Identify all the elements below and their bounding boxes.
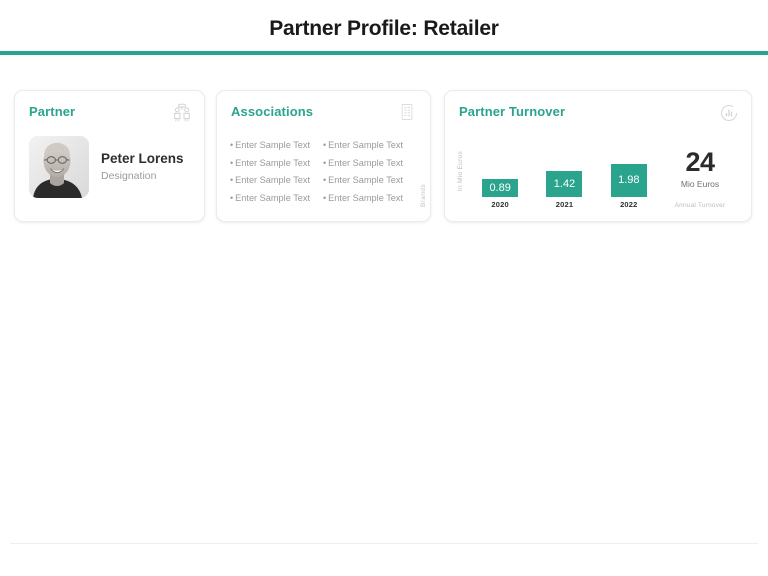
kpi-unit: Mio Euros [680,179,720,189]
bar-group[interactable]: 1.42 2021 [546,135,583,209]
bar-label-2020: 2020 [491,200,509,209]
kpi-caption: Annual Turnover [674,202,726,209]
bar-label-2022: 2022 [620,200,638,209]
kpi-value: 24 [685,147,715,177]
title-divider [0,51,768,55]
list-item[interactable]: Enter Sample Text [323,156,408,171]
partner-card-title: Partner [29,104,76,119]
partner-name: Peter Lorens [101,151,184,166]
associations-list: Enter Sample Text Enter Sample Text Ente… [230,138,408,205]
list-item[interactable]: Enter Sample Text [323,173,408,188]
associations-card[interactable]: Associations Enter Sample Text Enter Sam… [216,90,431,222]
partner-profile: Peter Lorens Designation [29,136,192,198]
associations-side-label: Brands [420,184,427,207]
bar-chart-circle-icon [719,103,739,123]
chart-bars: 0.89 2020 1.42 2021 1.98 2022 [468,135,661,213]
list-item[interactable]: Enter Sample Text [230,156,315,171]
page-title: Partner Profile: Retailer [269,17,499,40]
two-people-icon [172,103,192,123]
partner-card[interactable]: Partner Peter Lorens Designation [14,90,205,222]
bar-2021[interactable]: 1.42 [546,171,583,197]
list-item[interactable]: Enter Sample Text [230,191,315,206]
list-item[interactable]: Enter Sample Text [323,191,408,206]
partner-meta: Peter Lorens Designation [101,151,184,183]
bar-2020[interactable]: 0.89 [482,179,519,197]
page-header: Partner Profile: Retailer [0,0,768,55]
turnover-card-title: Partner Turnover [459,104,566,119]
bar-group[interactable]: 0.89 2020 [482,135,519,209]
footer-divider [10,543,758,544]
cards-row: Partner Peter Lorens Designation Associa… [14,90,752,222]
annual-turnover-kpi: 24 Mio Euros Annual Turnover [661,148,739,213]
bar-label-2021: 2021 [555,200,574,209]
list-item[interactable]: Enter Sample Text [230,138,315,153]
turnover-card[interactable]: Partner Turnover In Mio Euros 0.89 2020 … [444,90,752,222]
bar-group[interactable]: 1.98 2022 [610,135,647,209]
avatar [29,136,89,198]
list-item[interactable]: Enter Sample Text [230,173,315,188]
partner-designation: Designation [101,170,157,182]
list-item[interactable]: Enter Sample Text [323,138,408,153]
building-icon [398,103,418,123]
turnover-chart: In Mio Euros 0.89 2020 1.42 2021 1.98 20… [457,135,739,213]
chart-y-axis-label: In Mio Euros [457,150,464,191]
bar-2022[interactable]: 1.98 [610,164,647,197]
associations-card-title: Associations [231,104,314,119]
